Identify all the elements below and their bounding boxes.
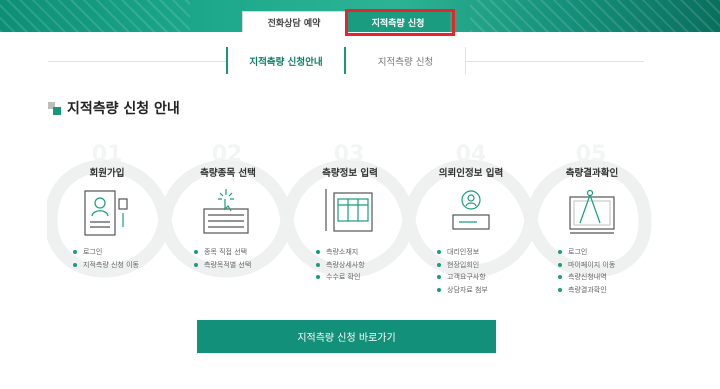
list-item: 측량목적별 선택 [194,259,251,272]
document-user-icon [84,190,128,236]
list-item: 종목 직접 선택 [194,246,251,259]
list-item: 로그인 [558,246,615,259]
step-item-list: 대리인정보 현장입회인 고객요구사항 상담자료 첨부 [437,246,488,296]
tab-phone-consultation[interactable]: 전화상담 예약 [242,11,346,32]
step-item-list: 로그인 마이페이지 이동 측량신청내역 측량결과확인 [558,246,615,296]
step-title: 측량종목 선택 [200,168,256,179]
svg-text:01: 01 [92,142,123,167]
svg-text:04: 04 [456,142,487,167]
id-card-icon [452,190,490,230]
list-item: 고객요구사항 [437,271,488,284]
step-item-list: 측량소재지 측량상세사항 수수료 확인 [316,246,365,284]
process-flow: 01 02 03 04 05 회원가입 로그인 지적측량 신청 이동 측량종목 … [47,128,677,304]
sub-tab-request[interactable]: 지적측량 신청 [346,47,466,74]
blueprint-compass-icon [569,189,615,234]
list-item: 측량상세사항 [316,259,365,272]
step-title: 의뢰인정보 입력 [438,168,504,179]
form-pencil-icon [325,189,373,232]
section-header: 지적측량 신청 안내 [48,98,180,118]
svg-text:02: 02 [212,142,243,167]
list-item: 측량결과확인 [558,284,615,297]
list-item: 현장입회인 [437,259,488,272]
sub-tab-guide[interactable]: 지적측량 신청안내 [226,47,346,74]
list-item: 대리인정보 [437,246,488,259]
step-title: 측량정보 입력 [322,168,378,179]
step-title: 측량결과확인 [565,168,619,179]
section-title: 지적측량 신청 안내 [67,101,180,117]
list-item: 측량소재지 [316,246,365,259]
list-item: 마이페이지 이동 [558,259,615,272]
banner-pattern-right [470,0,720,32]
list-item: 측량신청내역 [558,271,615,284]
step-item-list: 로그인 지적측량 신청 이동 [73,246,139,271]
section-marker-icon [48,101,61,115]
list-item: 로그인 [73,246,139,259]
step-title: 회원가입 [89,168,125,179]
go-to-survey-request-button[interactable]: 지적측량 신청 바로가기 [197,320,496,353]
list-item: 지적측량 신청 이동 [73,259,139,272]
list-item: 수수료 확인 [316,271,365,284]
list-item: 상담자료 첨부 [437,284,488,297]
svg-text:05: 05 [576,142,607,167]
keyboard-cursor-icon [203,189,249,234]
step-item-list: 종목 직접 선택 측량목적별 선택 [194,246,251,271]
highlight-box [345,9,455,36]
svg-text:03: 03 [334,142,365,167]
sub-tab-bar: 지적측량 신청안내 지적측량 신청 [226,47,466,74]
banner-pattern-left [0,0,190,32]
